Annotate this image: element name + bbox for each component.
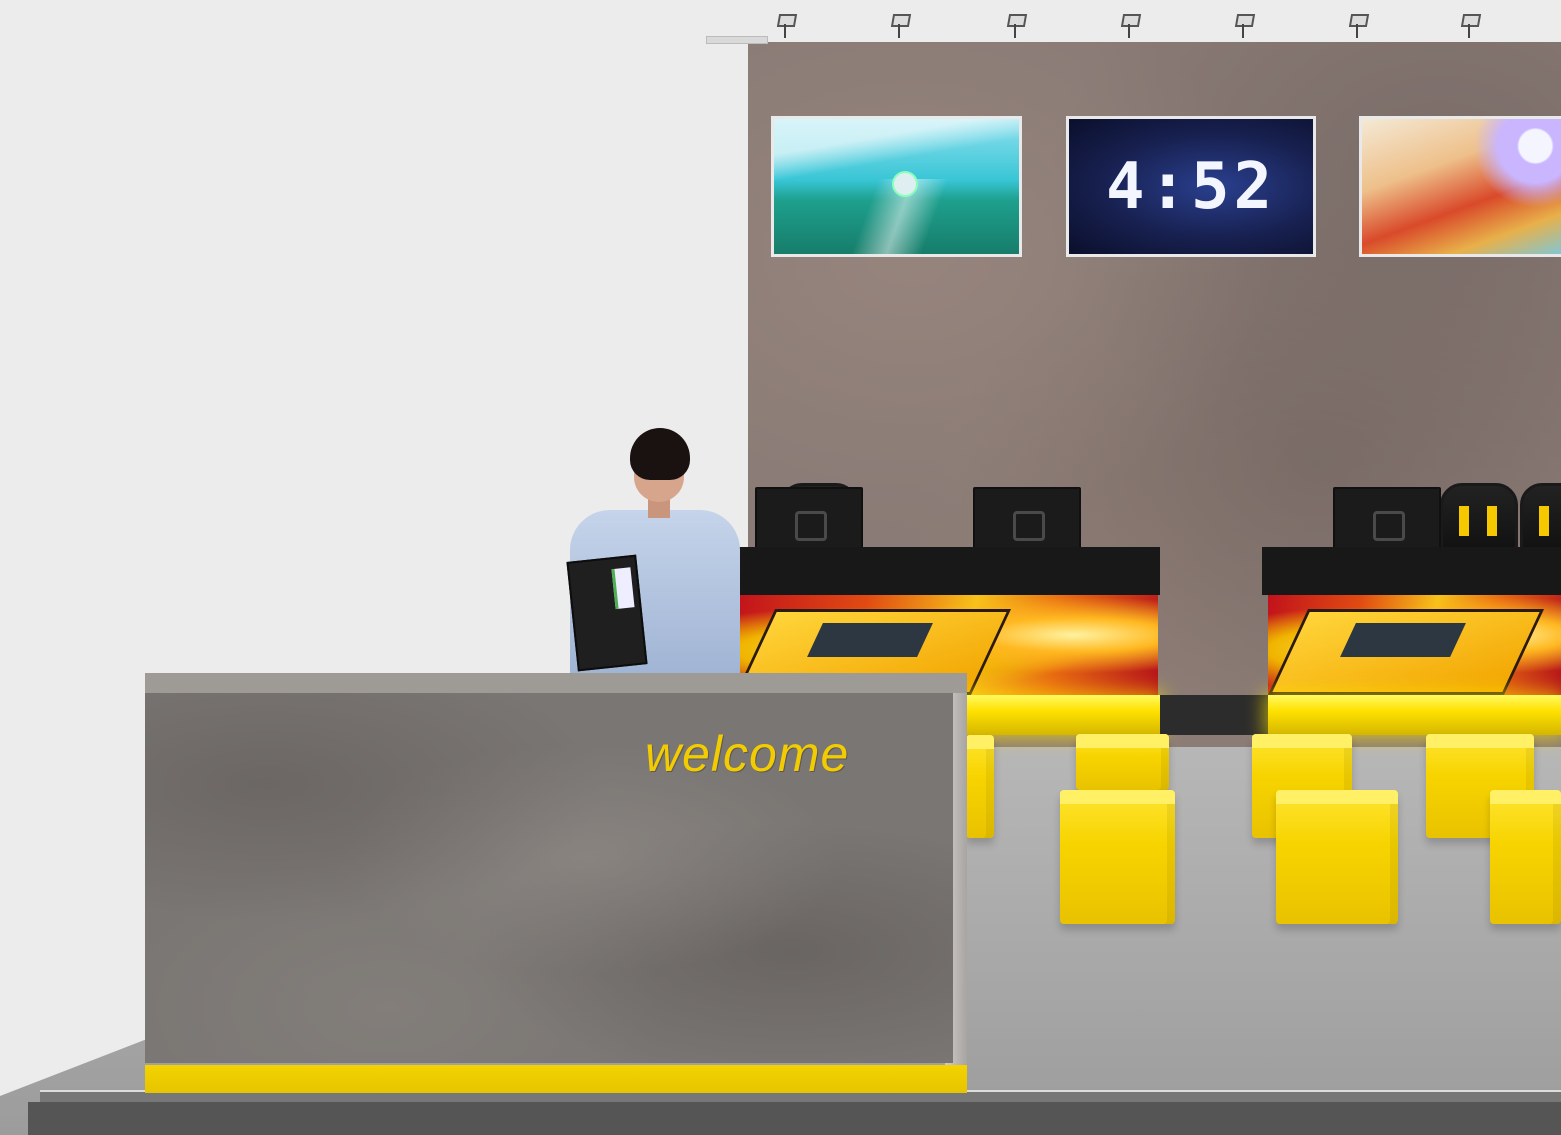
gaming-chair: [1520, 483, 1561, 555]
yellow-stool: [1490, 790, 1561, 924]
welcome-sign: welcome: [645, 726, 850, 782]
floor-platform-edge: [28, 1102, 1561, 1135]
spotlight-icon: [1234, 14, 1256, 40]
desk-gap: [1160, 695, 1270, 735]
spotlight-icon: [1460, 14, 1482, 40]
spotlight-icon: [1006, 14, 1028, 40]
reception-counter: welcome: [145, 673, 967, 1093]
monitor: [973, 487, 1081, 551]
yellow-stool: [1076, 734, 1169, 790]
desk-led-strip: [960, 695, 1160, 735]
binder: [566, 554, 648, 672]
yellow-stool: [1276, 790, 1398, 924]
gameplay-screen-left: [771, 116, 1022, 257]
counter-top: [145, 673, 967, 693]
ball-icon: [892, 171, 918, 197]
promo-screen-right: [1359, 116, 1561, 257]
gaming-desk-top: [1262, 547, 1561, 595]
yellow-stool: [1060, 790, 1175, 924]
monitor: [1333, 487, 1441, 551]
spotlight-icon: [776, 14, 798, 40]
spotlight-icon: [890, 14, 912, 40]
exhibition-booth-scene: 4:52 welcome: [0, 0, 1561, 1135]
yellow-stool: [966, 735, 994, 838]
monitor: [755, 487, 863, 551]
counter-led-base: [145, 1065, 967, 1093]
receptionist: [560, 428, 740, 680]
spotlight-icon: [1120, 14, 1142, 40]
light-rail: [706, 36, 768, 44]
countdown-timer: 4:52: [1105, 149, 1277, 224]
gaming-chair: [1440, 483, 1518, 555]
desk-led-strip: [1268, 695, 1561, 735]
spotlight-icon: [1348, 14, 1370, 40]
timer-screen: 4:52: [1066, 116, 1316, 257]
gaming-desk-top: [733, 547, 1160, 595]
gaming-desk-graphic: [1268, 595, 1561, 695]
